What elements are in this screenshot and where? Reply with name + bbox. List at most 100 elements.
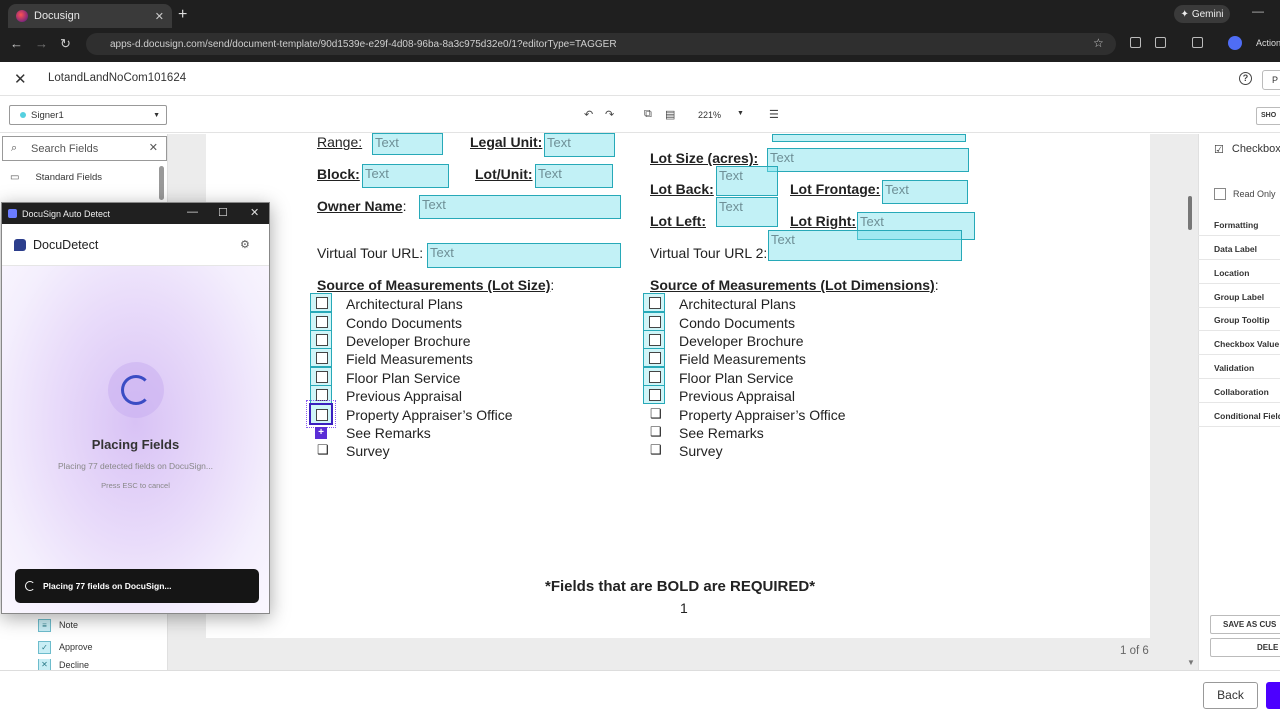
prop-collaboration[interactable]: Collaboration: [1198, 379, 1280, 403]
read-only-label: Read Only: [1233, 189, 1276, 199]
prop-formatting[interactable]: Formatting: [1198, 212, 1280, 236]
close-tab-icon[interactable]: ✕: [155, 10, 164, 23]
document-scrollbar[interactable]: [1188, 196, 1192, 230]
delete-button[interactable]: DELE: [1210, 638, 1280, 657]
settings-gear-icon[interactable]: ⚙: [240, 238, 250, 251]
auto-detect-window[interactable]: DocuSign Auto Detect — ☐ ✕ DocuDetect ⚙ …: [1, 202, 270, 614]
app-header: [0, 62, 1280, 96]
close-editor-icon[interactable]: ✕: [14, 70, 27, 88]
help-icon[interactable]: ?: [1239, 72, 1252, 85]
page-indicator: 1 of 6: [1120, 645, 1149, 657]
panel-scrollbar[interactable]: [159, 166, 164, 200]
undo-icon[interactable]: ↶: [584, 108, 593, 121]
checkbox-field[interactable]: [643, 367, 665, 386]
text-field[interactable]: [772, 134, 966, 142]
text-field[interactable]: Text: [535, 164, 613, 188]
prop-conditional-field[interactable]: Conditional Field: [1198, 403, 1280, 427]
tab-title: Docusign: [34, 10, 80, 22]
read-only-checkbox[interactable]: [1214, 188, 1226, 200]
checkbox-field[interactable]: [310, 367, 332, 386]
scroll-down-icon[interactable]: ▼: [1187, 658, 1195, 667]
back-icon[interactable]: ←: [10, 36, 23, 51]
action-label[interactable]: Action: [1256, 38, 1280, 48]
back-button[interactable]: Back: [1203, 682, 1258, 709]
lot-left-label: Lot Left:: [650, 213, 706, 229]
checkbox-field[interactable]: [643, 330, 665, 349]
standard-fields-header[interactable]: ▭ Standard Fields: [10, 166, 160, 188]
zoom-chevron-icon[interactable]: ▼: [737, 110, 744, 117]
panel-title-label: Checkbox: [1231, 143, 1280, 155]
text-field[interactable]: Text: [716, 197, 778, 227]
signer-select[interactable]: Signer1 ▼: [9, 105, 167, 125]
split-view-icon[interactable]: [1192, 37, 1203, 48]
comments-icon[interactable]: ☰: [769, 108, 779, 121]
browser-tab[interactable]: Docusign ✕: [8, 4, 172, 28]
bookmark-star-icon[interactable]: ☆: [1093, 36, 1104, 50]
checkbox-field[interactable]: [643, 348, 665, 367]
field-item-approve[interactable]: ✓ Approve: [38, 637, 158, 657]
profile-avatar[interactable]: [1228, 36, 1242, 50]
checkbox-field[interactable]: [310, 385, 332, 404]
url-bar[interactable]: apps-d.docusign.com/send/document-templa…: [86, 33, 1116, 55]
prop-location[interactable]: Location: [1198, 260, 1280, 284]
prop-group-tooltip[interactable]: Group Tooltip: [1198, 307, 1280, 331]
window-maximize-icon[interactable]: ☐: [218, 206, 228, 219]
editor-footer: [0, 670, 1280, 720]
gemini-button[interactable]: ✦ Gemini: [1174, 5, 1230, 23]
decline-icon: ✕: [38, 659, 51, 670]
text-field[interactable]: Text: [372, 133, 443, 155]
field-item-note[interactable]: ≡ Note: [38, 615, 158, 635]
paste-icon[interactable]: ▤: [665, 108, 675, 121]
new-tab-button[interactable]: +: [178, 6, 187, 24]
status-title: Placing Fields: [91, 437, 180, 452]
text-field[interactable]: Text: [544, 133, 615, 157]
option-label: Field Measurements: [346, 351, 473, 367]
prop-data-label[interactable]: Data Label: [1198, 236, 1280, 260]
copy-icon[interactable]: ⧉: [644, 108, 652, 121]
reload-icon[interactable]: ↻: [60, 36, 71, 52]
text-field[interactable]: Text: [362, 164, 449, 188]
prop-group-label[interactable]: Group Label: [1198, 284, 1280, 308]
checkbox-icon: ☑: [1214, 144, 1224, 156]
extension-icon[interactable]: [1130, 37, 1141, 48]
zoom-level[interactable]: 221%: [698, 110, 721, 120]
text-field[interactable]: Text: [427, 243, 621, 268]
minimize-window-icon[interactable]: —: [1252, 4, 1264, 18]
redo-icon[interactable]: ↷: [605, 108, 614, 121]
text-field[interactable]: Text: [767, 148, 969, 172]
add-checkbox-icon[interactable]: +: [315, 427, 327, 439]
field-item-label: Approve: [59, 642, 93, 652]
show-button[interactable]: SHO: [1256, 107, 1280, 125]
window-titlebar[interactable]: DocuSign Auto Detect: [2, 203, 269, 224]
clear-search-icon[interactable]: ✕: [149, 141, 158, 154]
search-fields-input[interactable]: ⌕ Search Fields ✕: [2, 136, 167, 161]
text-field[interactable]: Text: [716, 166, 778, 196]
checkbox-field[interactable]: [643, 385, 665, 404]
checkbox-field[interactable]: [310, 348, 332, 367]
checkbox-field-selected[interactable]: [306, 400, 336, 428]
option-label: Architectural Plans: [679, 296, 796, 312]
save-as-custom-button[interactable]: SAVE AS CUS: [1210, 615, 1280, 634]
send-button[interactable]: [1266, 682, 1280, 709]
header-right-button[interactable]: P: [1262, 70, 1280, 90]
checkbox-glyph-icon: ❑: [317, 442, 329, 457]
checkbox-field[interactable]: [643, 293, 665, 312]
forward-icon[interactable]: →: [35, 36, 48, 51]
read-only-option[interactable]: Read Only: [1214, 188, 1276, 200]
checkbox-field[interactable]: [310, 312, 332, 331]
checkbox-field[interactable]: [310, 293, 332, 312]
option-label: See Remarks: [346, 425, 431, 441]
field-item-label: Note: [59, 620, 79, 630]
checkbox-field[interactable]: [310, 330, 332, 349]
window-minimize-icon[interactable]: —: [187, 206, 198, 218]
option-label: Floor Plan Service: [346, 370, 461, 386]
text-field[interactable]: Text: [768, 230, 962, 261]
prop-checkbox-value[interactable]: Checkbox Value: [1198, 331, 1280, 355]
puzzle-icon[interactable]: [1155, 37, 1166, 48]
text-field[interactable]: Text: [419, 195, 621, 219]
window-close-icon[interactable]: ✕: [250, 206, 259, 219]
checkbox-field[interactable]: [643, 312, 665, 331]
prop-validation[interactable]: Validation: [1198, 355, 1280, 379]
text-field[interactable]: Text: [882, 180, 968, 204]
field-item-decline[interactable]: ✕ Decline: [38, 659, 158, 670]
